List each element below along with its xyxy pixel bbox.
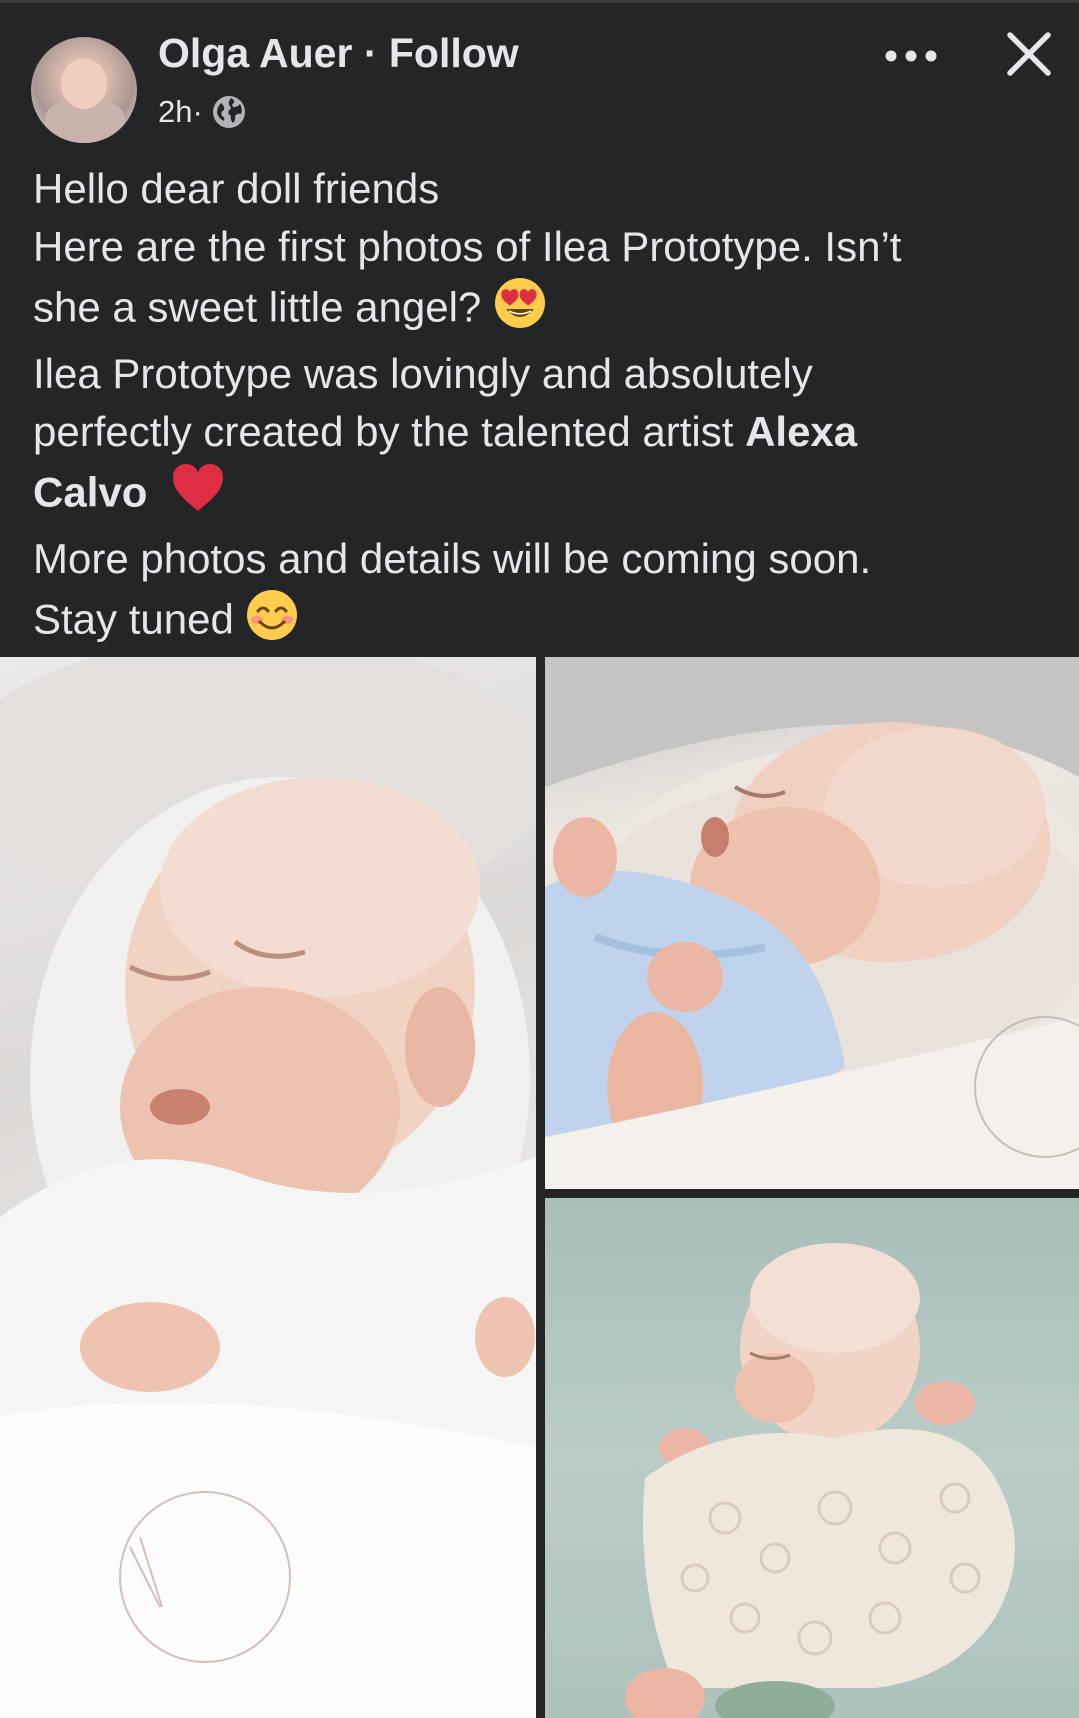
globe-icon xyxy=(211,94,247,130)
message-line: Stay tuned xyxy=(33,588,1053,657)
post-header: Olga Auer · Follow xyxy=(158,30,519,77)
post-viewer: Olga Auer · Follow 2h · Hello dear doll … xyxy=(0,0,1079,1718)
heart-eyes-emoji xyxy=(493,276,547,345)
artist-mention[interactable]: Calvo xyxy=(33,469,147,516)
message-line: perfectly created by the talented artist… xyxy=(33,408,858,455)
post-timestamp[interactable]: 2h xyxy=(158,94,192,130)
more-horizontal-icon[interactable] xyxy=(884,44,938,68)
message-line: she a sweet little angel? xyxy=(33,276,1053,345)
message-line: Calvo xyxy=(33,461,1053,530)
meta-separator: · xyxy=(192,94,203,129)
message-line: Hello dear doll friends xyxy=(33,165,440,212)
red-heart-emoji xyxy=(171,461,225,530)
avatar[interactable] xyxy=(31,37,137,143)
photo-sleeping-baby-blue-outfit[interactable] xyxy=(545,657,1079,1189)
photo-sleeping-baby-white-blanket[interactable] xyxy=(0,657,536,1718)
header-separator: · xyxy=(352,30,389,76)
message-line: Ilea Prototype was lovingly and absolute… xyxy=(33,350,813,397)
message-line: More photos and details will be coming s… xyxy=(33,535,872,582)
smiling-face-emoji xyxy=(245,588,299,657)
message-line: Here are the first photos of Ilea Protot… xyxy=(33,223,902,270)
photo-sleeping-baby-lace-outfit[interactable] xyxy=(545,1198,1079,1718)
close-icon[interactable] xyxy=(1005,30,1053,78)
post-message: Hello dear doll friends Here are the fir… xyxy=(33,160,1053,657)
follow-link[interactable]: Follow xyxy=(389,30,519,76)
author-name[interactable]: Olga Auer xyxy=(158,30,352,76)
artist-mention[interactable]: Alexa xyxy=(745,408,857,455)
top-divider xyxy=(0,0,1079,3)
post-meta: 2h · xyxy=(158,94,247,130)
